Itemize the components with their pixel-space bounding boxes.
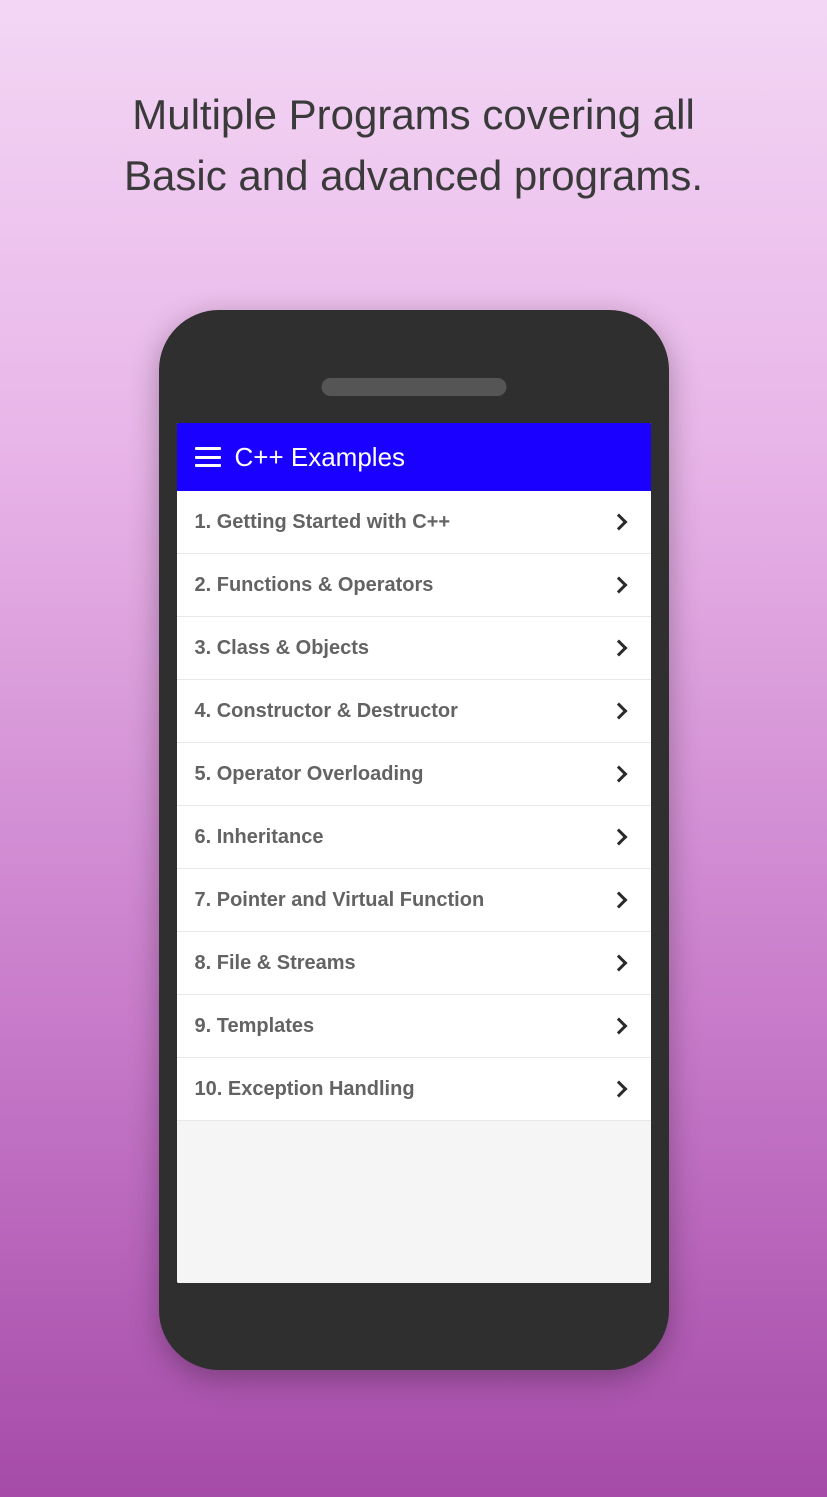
phone-frame: C++ Examples 1. Getting Started with C++…: [159, 310, 669, 1370]
list-item[interactable]: 8. File & Streams: [177, 932, 651, 995]
list-item-label: 4. Constructor & Destructor: [195, 700, 458, 723]
list-item-label: 1. Getting Started with C++: [195, 511, 451, 534]
list-item-label: 6. Inheritance: [195, 826, 324, 849]
chevron-right-icon: [610, 829, 627, 846]
chevron-right-icon: [610, 1018, 627, 1035]
app-bar: C++ Examples: [177, 423, 651, 491]
chevron-right-icon: [610, 703, 627, 720]
chevron-right-icon: [610, 1081, 627, 1098]
list-item-label: 9. Templates: [195, 1015, 315, 1038]
list-item[interactable]: 9. Templates: [177, 995, 651, 1058]
list-item[interactable]: 1. Getting Started with C++: [177, 491, 651, 554]
list-item-label: 5. Operator Overloading: [195, 763, 424, 786]
list-item-label: 10. Exception Handling: [195, 1078, 415, 1101]
phone-screen: C++ Examples 1. Getting Started with C++…: [177, 423, 651, 1283]
phone-top-bezel: [177, 328, 651, 423]
chevron-right-icon: [610, 892, 627, 909]
list-item-label: 3. Class & Objects: [195, 637, 370, 660]
list-item[interactable]: 2. Functions & Operators: [177, 554, 651, 617]
menu-icon[interactable]: [195, 447, 221, 467]
list-item-label: 7. Pointer and Virtual Function: [195, 889, 485, 912]
chevron-right-icon: [610, 577, 627, 594]
list-item[interactable]: 6. Inheritance: [177, 806, 651, 869]
list-item[interactable]: 4. Constructor & Destructor: [177, 680, 651, 743]
phone-speaker: [321, 378, 506, 396]
list-item-label: 8. File & Streams: [195, 952, 356, 975]
chevron-right-icon: [610, 766, 627, 783]
chevron-right-icon: [610, 955, 627, 972]
list-item[interactable]: 10. Exception Handling: [177, 1058, 651, 1121]
promo-headline: Multiple Programs covering all Basic and…: [0, 0, 827, 207]
chevron-right-icon: [610, 514, 627, 531]
headline-line-1: Multiple Programs covering all: [0, 85, 827, 146]
list-item[interactable]: 7. Pointer and Virtual Function: [177, 869, 651, 932]
list-item[interactable]: 3. Class & Objects: [177, 617, 651, 680]
headline-line-2: Basic and advanced programs.: [0, 146, 827, 207]
topic-list: 1. Getting Started with C++ 2. Functions…: [177, 491, 651, 1283]
app-title: C++ Examples: [235, 442, 406, 473]
list-item-label: 2. Functions & Operators: [195, 574, 434, 597]
list-item[interactable]: 5. Operator Overloading: [177, 743, 651, 806]
chevron-right-icon: [610, 640, 627, 657]
